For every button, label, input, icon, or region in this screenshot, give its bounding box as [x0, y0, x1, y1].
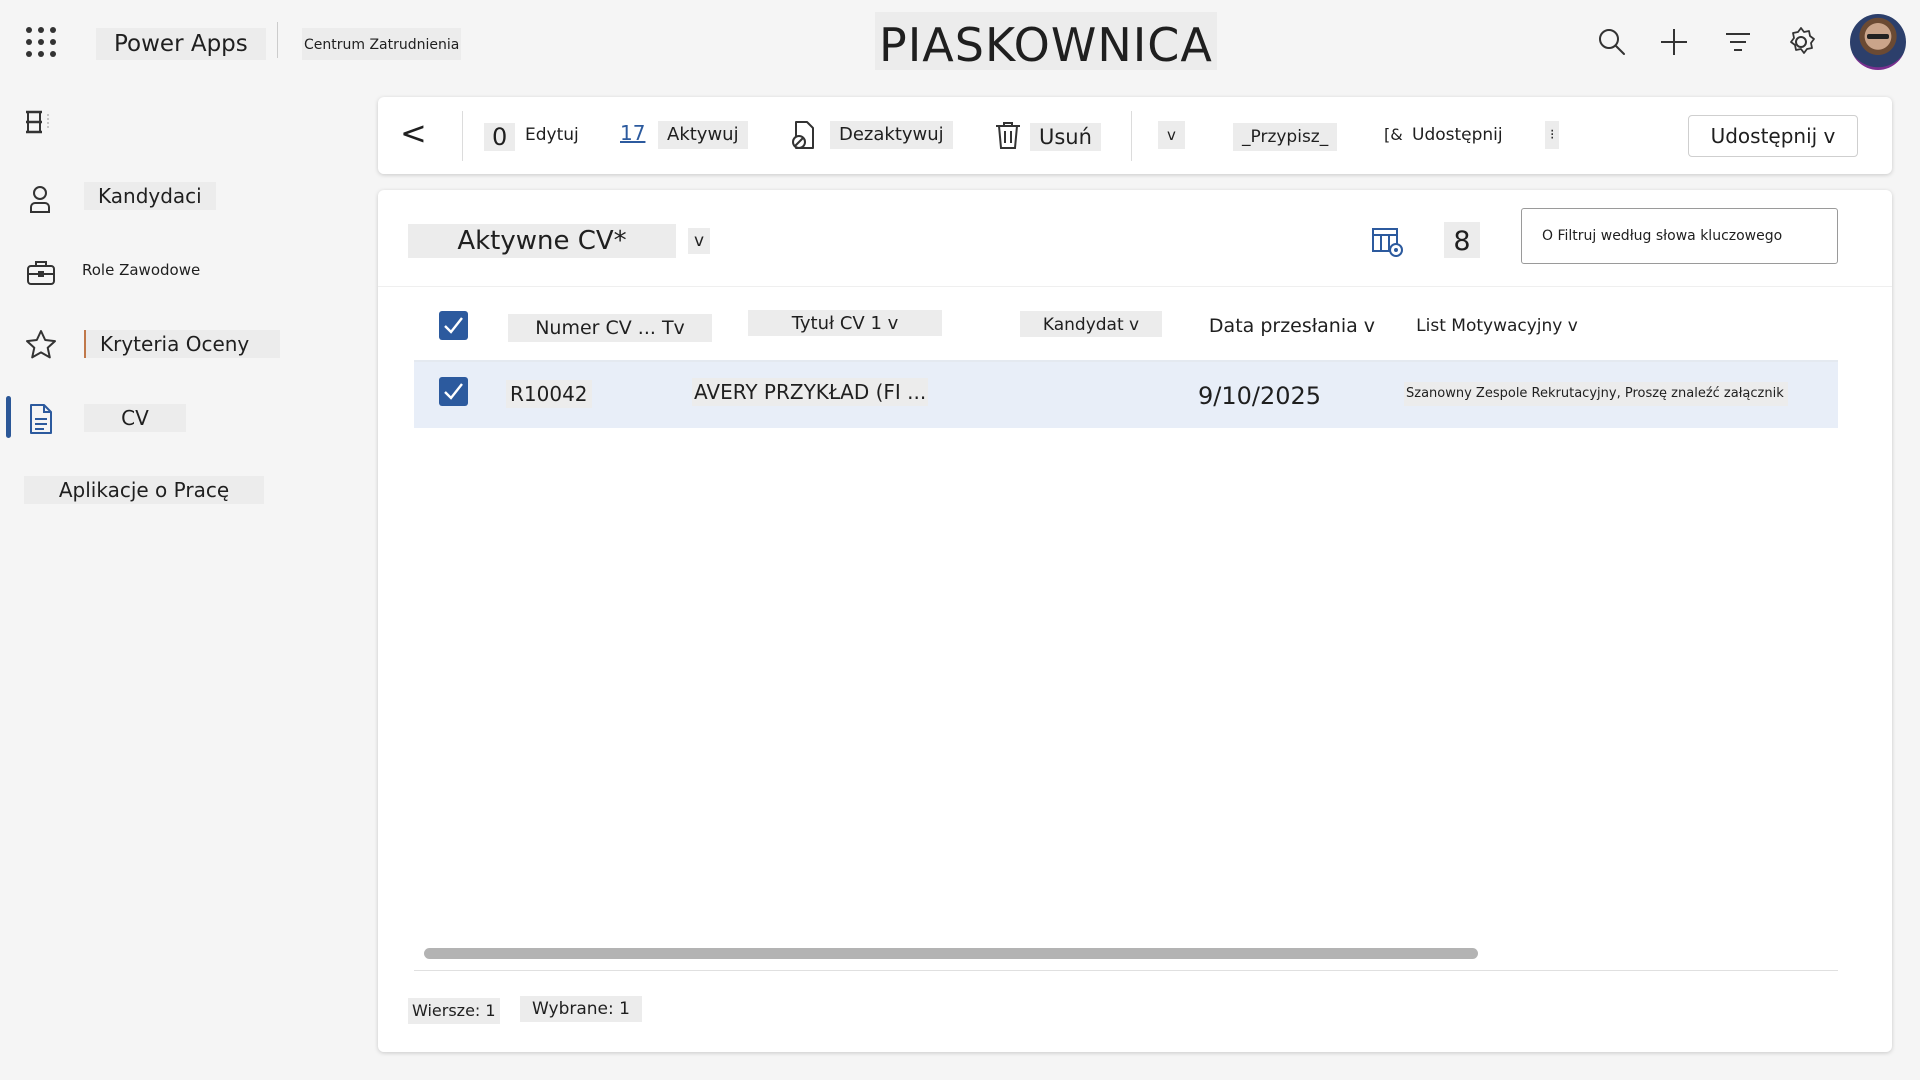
cover-letter-cell: Szanowny Zespole Rekrutacyjny, Proszę zn… — [1404, 382, 1788, 406]
select-all-checkbox[interactable] — [439, 311, 468, 340]
activate-button[interactable]: 17 Aktywuj — [616, 117, 748, 153]
hamburger-icon[interactable] — [22, 108, 56, 136]
divider — [1131, 111, 1132, 161]
assign-label: _Przypisz_ — [1233, 123, 1338, 151]
trash-icon — [996, 122, 1020, 149]
edit-icon: 0 — [484, 123, 516, 151]
column-header-submitted[interactable]: Data przesłania v — [1206, 312, 1378, 340]
delete-label: Usuń — [1030, 123, 1101, 151]
active-indicator — [6, 396, 11, 438]
chevron-down-icon: v — [1158, 121, 1185, 149]
activate-icon: 17 — [620, 121, 646, 145]
sidebar-item-label: Kandydaci — [84, 182, 216, 210]
column-header-candidate[interactable]: Kandydat v — [1020, 311, 1162, 337]
edit-button[interactable]: 0 Edytuj — [484, 117, 604, 153]
briefcase-icon — [27, 261, 55, 285]
sidebar-item-kryteria-oceny[interactable]: Kryteria Oceny — [0, 316, 300, 368]
app-launcher-icon[interactable] — [26, 27, 56, 57]
assign-button[interactable]: _Przypisz_ — [1233, 117, 1363, 153]
checkmark-icon — [444, 383, 463, 400]
add-icon[interactable] — [1656, 24, 1692, 60]
person-icon — [30, 186, 50, 213]
star-icon — [26, 330, 56, 359]
share-command-button[interactable]: [& Udostępnij — [1378, 117, 1538, 153]
candidate-cell[interactable] — [1032, 380, 1182, 408]
divider — [378, 286, 1892, 287]
edit-label: Edytuj — [525, 125, 579, 145]
share-label: Udostępnij — [1412, 125, 1503, 145]
top-bar: Power Apps Centrum Zatrudnienia PIASKOWN… — [0, 0, 1920, 88]
horizontal-scrollbar[interactable] — [424, 948, 1478, 959]
back-button[interactable]: < — [400, 113, 427, 153]
app-name[interactable]: Power Apps — [96, 28, 266, 60]
delete-button[interactable]: Usuń — [992, 117, 1122, 153]
search-input[interactable] — [1522, 209, 1837, 263]
sidebar-item-label: Aplikacje o Pracę — [24, 476, 264, 504]
share-icon: [& — [1384, 125, 1403, 144]
checkmark-icon — [444, 317, 463, 334]
document-icon — [30, 404, 52, 434]
cv-title-cell[interactable]: AVERY PRZYKŁAD (FI ... — [692, 378, 928, 406]
deactivate-icon — [792, 121, 814, 149]
overflow-menu-button[interactable]: ⁝ — [1545, 117, 1565, 153]
divider — [277, 22, 278, 58]
submitted-date-cell: 9/10/2025 — [1198, 382, 1322, 410]
chevron-down-icon[interactable]: v — [688, 228, 710, 254]
activate-label: Aktywuj — [658, 121, 748, 149]
edit-columns-icon[interactable] — [1370, 224, 1404, 258]
filter-icon[interactable] — [1720, 24, 1756, 60]
deactivate-label: Dezaktywuj — [830, 121, 953, 149]
table-row[interactable]: R10042 AVERY PRZYKŁAD (FI ... 9/10/2025 … — [414, 362, 1838, 428]
user-avatar[interactable] — [1850, 14, 1906, 70]
record-count: 8 — [1444, 222, 1480, 258]
more-icon: ⁝ — [1545, 121, 1560, 149]
sidebar-item-aplikacje-o-prace[interactable]: Aplikacje o Pracę — [0, 462, 300, 514]
divider — [462, 111, 463, 161]
sidebar-item-role-zawodowe[interactable]: Role Zawodowe — [0, 244, 300, 296]
keyword-filter[interactable] — [1521, 208, 1838, 264]
sidebar-item-kandydaci[interactable]: Kandydaci — [0, 170, 300, 222]
rows-count: Wiersze: 1 — [408, 998, 500, 1024]
sidebar-item-label: CV — [84, 404, 186, 432]
row-checkbox[interactable] — [439, 377, 468, 406]
share-dropdown-button[interactable]: Udostępnij v — [1688, 115, 1858, 157]
selected-count: Wybrane: 1 — [520, 996, 642, 1022]
divider — [414, 970, 1838, 971]
column-header-cv-title[interactable]: Tytuł CV 1 v — [748, 310, 942, 336]
sidebar-item-label: Kryteria Oceny — [84, 330, 280, 358]
settings-icon[interactable] — [1783, 24, 1819, 60]
sidebar-item-label: Role Zawodowe — [82, 261, 201, 279]
search-icon[interactable] — [1594, 24, 1630, 60]
view-selector[interactable]: Aktywne CV* — [408, 224, 676, 258]
deactivate-button[interactable]: Dezaktywuj — [788, 117, 958, 153]
column-header-cv-number[interactable]: Numer CV ... Tv — [508, 314, 712, 342]
grid-panel: Aktywne CV* v 8 Numer CV ... Tv Tytuł CV… — [378, 190, 1892, 1052]
sidebar-item-cv[interactable]: CV — [0, 390, 300, 442]
app-subtitle: Centrum Zatrudnienia — [302, 28, 462, 60]
cv-number-link[interactable]: R10042 — [506, 380, 592, 408]
command-bar: < 0 Edytuj 17 Aktywuj Dezaktywuj Usuń v … — [378, 97, 1892, 174]
column-header-cover-letter[interactable]: List Motywacyjny v — [1414, 312, 1580, 340]
environment-title: PIASKOWNICA — [875, 12, 1217, 72]
more-dropdown-button[interactable]: v — [1158, 117, 1198, 153]
